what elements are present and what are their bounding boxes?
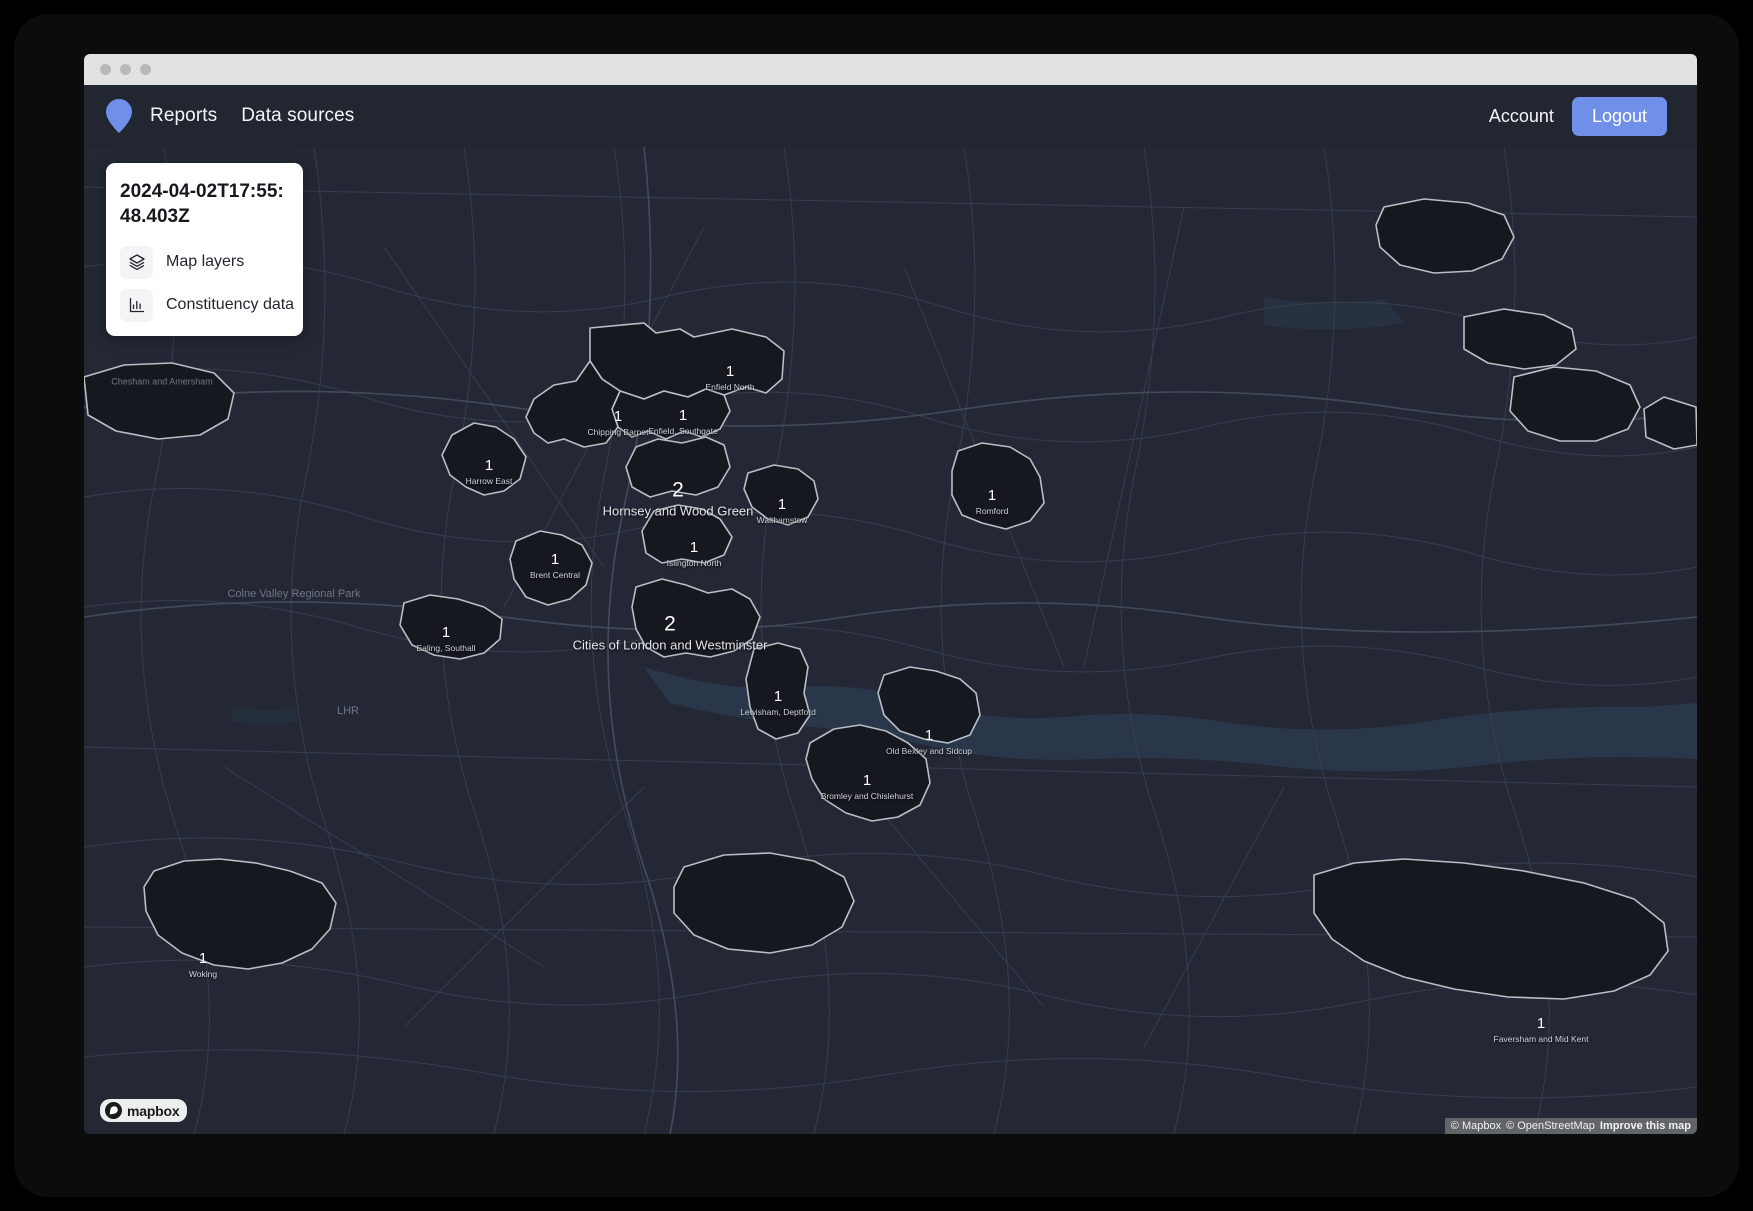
layers-icon — [120, 245, 153, 279]
nav-links: Reports Data sources — [150, 105, 354, 127]
window-close-button[interactable] — [100, 64, 111, 75]
nav-right-group: Account Logout — [1489, 96, 1667, 136]
screenshot-root: Reports Data sources Account Logout 2024… — [0, 0, 1753, 1211]
attribution-osm[interactable]: © OpenStreetMap — [1506, 1120, 1595, 1132]
map-canvas[interactable]: 2024-04-02T17:55:48.403Z Map layers Cons… — [84, 147, 1697, 1134]
map-vector-layer — [84, 147, 1697, 1134]
mapbox-mark-icon — [105, 1102, 122, 1119]
app-container: Reports Data sources Account Logout 2024… — [84, 85, 1697, 1134]
bar-chart-icon — [120, 288, 153, 322]
account-link[interactable]: Account — [1489, 106, 1554, 127]
nav-link-reports[interactable]: Reports — [150, 105, 217, 127]
map-pin-icon[interactable] — [106, 99, 132, 133]
panel-item-constituency-data[interactable]: Constituency data — [120, 288, 294, 322]
panel-item-label: Map layers — [166, 253, 245, 271]
browser-window: Reports Data sources Account Logout 2024… — [84, 54, 1697, 1134]
mapbox-wordmark: mapbox — [127, 1102, 180, 1119]
window-minimize-button[interactable] — [120, 64, 131, 75]
map-control-panel: 2024-04-02T17:55:48.403Z Map layers Cons… — [106, 163, 303, 336]
logout-button[interactable]: Logout — [1571, 96, 1667, 136]
attribution-improve-link[interactable]: Improve this map — [1600, 1120, 1691, 1132]
attribution-mapbox[interactable]: © Mapbox — [1451, 1120, 1501, 1132]
panel-timestamp-title: 2024-04-02T17:55:48.403Z — [120, 181, 284, 228]
nav-link-data-sources[interactable]: Data sources — [241, 105, 354, 127]
device-frame: Reports Data sources Account Logout 2024… — [14, 14, 1739, 1197]
panel-item-map-layers[interactable]: Map layers — [120, 245, 289, 279]
mapbox-logo[interactable]: mapbox — [100, 1099, 188, 1122]
app-navbar: Reports Data sources Account Logout — [84, 85, 1697, 147]
panel-item-label: Constituency data — [166, 296, 295, 314]
window-maximize-button[interactable] — [140, 64, 151, 75]
window-titlebar — [84, 54, 1697, 85]
map-attribution: © Mapbox © OpenStreetMap Improve this ma… — [1444, 1118, 1697, 1134]
